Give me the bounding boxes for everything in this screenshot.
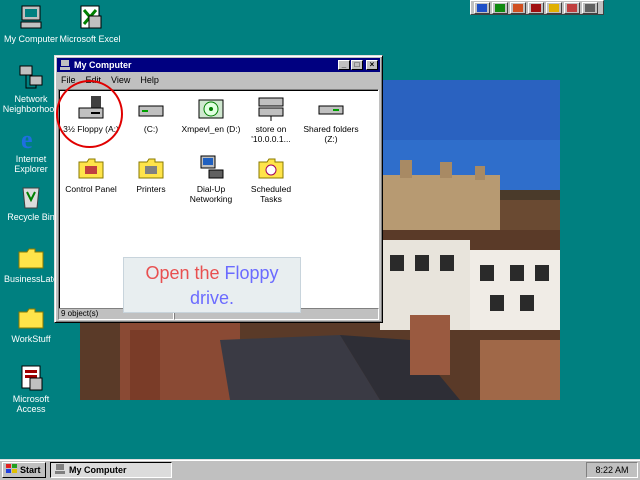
minimize-button[interactable]: _ — [338, 60, 350, 70]
desktop-icon-workstuff[interactable]: WorkStuff — [0, 304, 62, 344]
folder-label: Control Panel — [65, 184, 117, 194]
window-title: My Computer — [74, 60, 132, 70]
taskbar: Start My Computer 8:22 AM — [0, 459, 640, 480]
clock-text: 8:22 AM — [595, 465, 629, 475]
control-panel-icon — [77, 154, 105, 182]
quick-launch-bar — [470, 0, 604, 15]
windows-logo-icon — [6, 464, 18, 476]
hard-drive-icon — [137, 94, 165, 122]
word-quicklaunch-icon[interactable] — [474, 2, 490, 14]
drive-label: Shared folders (Z:) — [303, 124, 359, 144]
desktop-icon-label: WorkStuff — [11, 334, 51, 344]
drive-item-d[interactable]: Xmpevl_en (D:) — [181, 94, 241, 134]
folder-label: Printers — [136, 184, 166, 194]
folder-item-dialup[interactable]: Dial-Up Networking — [181, 154, 241, 204]
drive-label: (C:) — [143, 124, 159, 134]
computer-icon — [54, 464, 66, 476]
desktop-icon-recycle-bin[interactable]: Recycle Bin — [0, 182, 62, 222]
computer-icon — [59, 60, 71, 70]
desktop-icon-label: BusinessLate — [3, 274, 59, 284]
svg-text:e: e — [21, 125, 33, 152]
network-drive-icon — [317, 94, 345, 122]
access-icon — [17, 364, 45, 392]
drive-label: Xmpevl_en (D:) — [181, 124, 241, 134]
folder-label: Dial-Up Networking — [189, 184, 233, 204]
printers-folder-icon — [137, 154, 165, 182]
desktop-icon-label: Microsoft Excel — [59, 34, 121, 44]
desktop-icon-label: Internet Explorer — [14, 154, 48, 174]
desktop-icon-microsoft-access[interactable]: Microsoft Access — [0, 364, 62, 414]
drive-item-z[interactable]: Shared folders (Z:) — [301, 94, 361, 144]
excel-icon — [76, 4, 104, 32]
desktop-icon-label: Recycle Bin — [7, 212, 55, 222]
network-drive-icon — [257, 94, 285, 122]
outlook-quicklaunch-icon[interactable] — [546, 2, 562, 14]
powerpoint-quicklaunch-icon[interactable] — [510, 2, 526, 14]
folder-item-control-panel[interactable]: Control Panel — [61, 154, 121, 194]
menu-view[interactable]: View — [111, 75, 130, 85]
desktop-icon-label: Network Neighborhood — [2, 94, 60, 114]
desktop-icon-microsoft-excel[interactable]: Microsoft Excel — [59, 4, 121, 44]
folder-item-scheduled-tasks[interactable]: Scheduled Tasks — [241, 154, 301, 204]
highlight-circle — [56, 80, 123, 148]
office-quicklaunch-icon[interactable] — [582, 2, 598, 14]
cd-drive-icon — [197, 94, 225, 122]
desktop-icon-label: My Computer — [3, 34, 58, 44]
start-button[interactable]: Start — [2, 462, 46, 478]
drive-label: store on '10.0.0.1... — [251, 124, 291, 144]
drive-item-network-store[interactable]: store on '10.0.0.1... — [241, 94, 301, 144]
maximize-button[interactable]: □ — [351, 60, 363, 70]
system-tray-clock[interactable]: 8:22 AM — [586, 462, 638, 478]
start-label: Start — [20, 465, 41, 475]
excel-quicklaunch-icon[interactable] — [492, 2, 508, 14]
close-button[interactable]: × — [366, 60, 378, 70]
folder-icon — [17, 244, 45, 272]
internet-explorer-icon: e — [17, 124, 45, 154]
network-neighborhood-icon — [17, 64, 45, 92]
desktop-icon-label: Microsoft Access — [12, 394, 50, 414]
desktop-icon-internet-explorer[interactable]: e Internet Explorer — [0, 124, 62, 174]
taskbar-item-label: My Computer — [69, 465, 127, 475]
callout-text-part1: Open the — [145, 263, 220, 283]
desktop-icon-network-neighborhood[interactable]: Network Neighborhood — [0, 64, 62, 114]
menu-help[interactable]: Help — [140, 75, 159, 85]
dialup-icon — [197, 154, 225, 182]
taskbar-item-my-computer[interactable]: My Computer — [50, 462, 172, 478]
access-quicklaunch-icon[interactable] — [528, 2, 544, 14]
folder-label: Scheduled Tasks — [250, 184, 292, 204]
binder-quicklaunch-icon[interactable] — [564, 2, 580, 14]
desktop-icon-businesslate[interactable]: BusinessLate — [0, 244, 62, 284]
folder-icon — [17, 304, 45, 332]
my-computer-icon — [17, 4, 45, 32]
recycle-bin-icon — [17, 182, 45, 210]
instruction-callout: Open the Floppy drive. — [123, 257, 301, 313]
drive-item-c[interactable]: (C:) — [121, 94, 181, 134]
folder-item-printers[interactable]: Printers — [121, 154, 181, 194]
title-bar[interactable]: My Computer _ □ × — [57, 58, 380, 72]
scheduled-tasks-icon — [257, 154, 285, 182]
desktop-icon-my-computer[interactable]: My Computer — [0, 4, 62, 44]
